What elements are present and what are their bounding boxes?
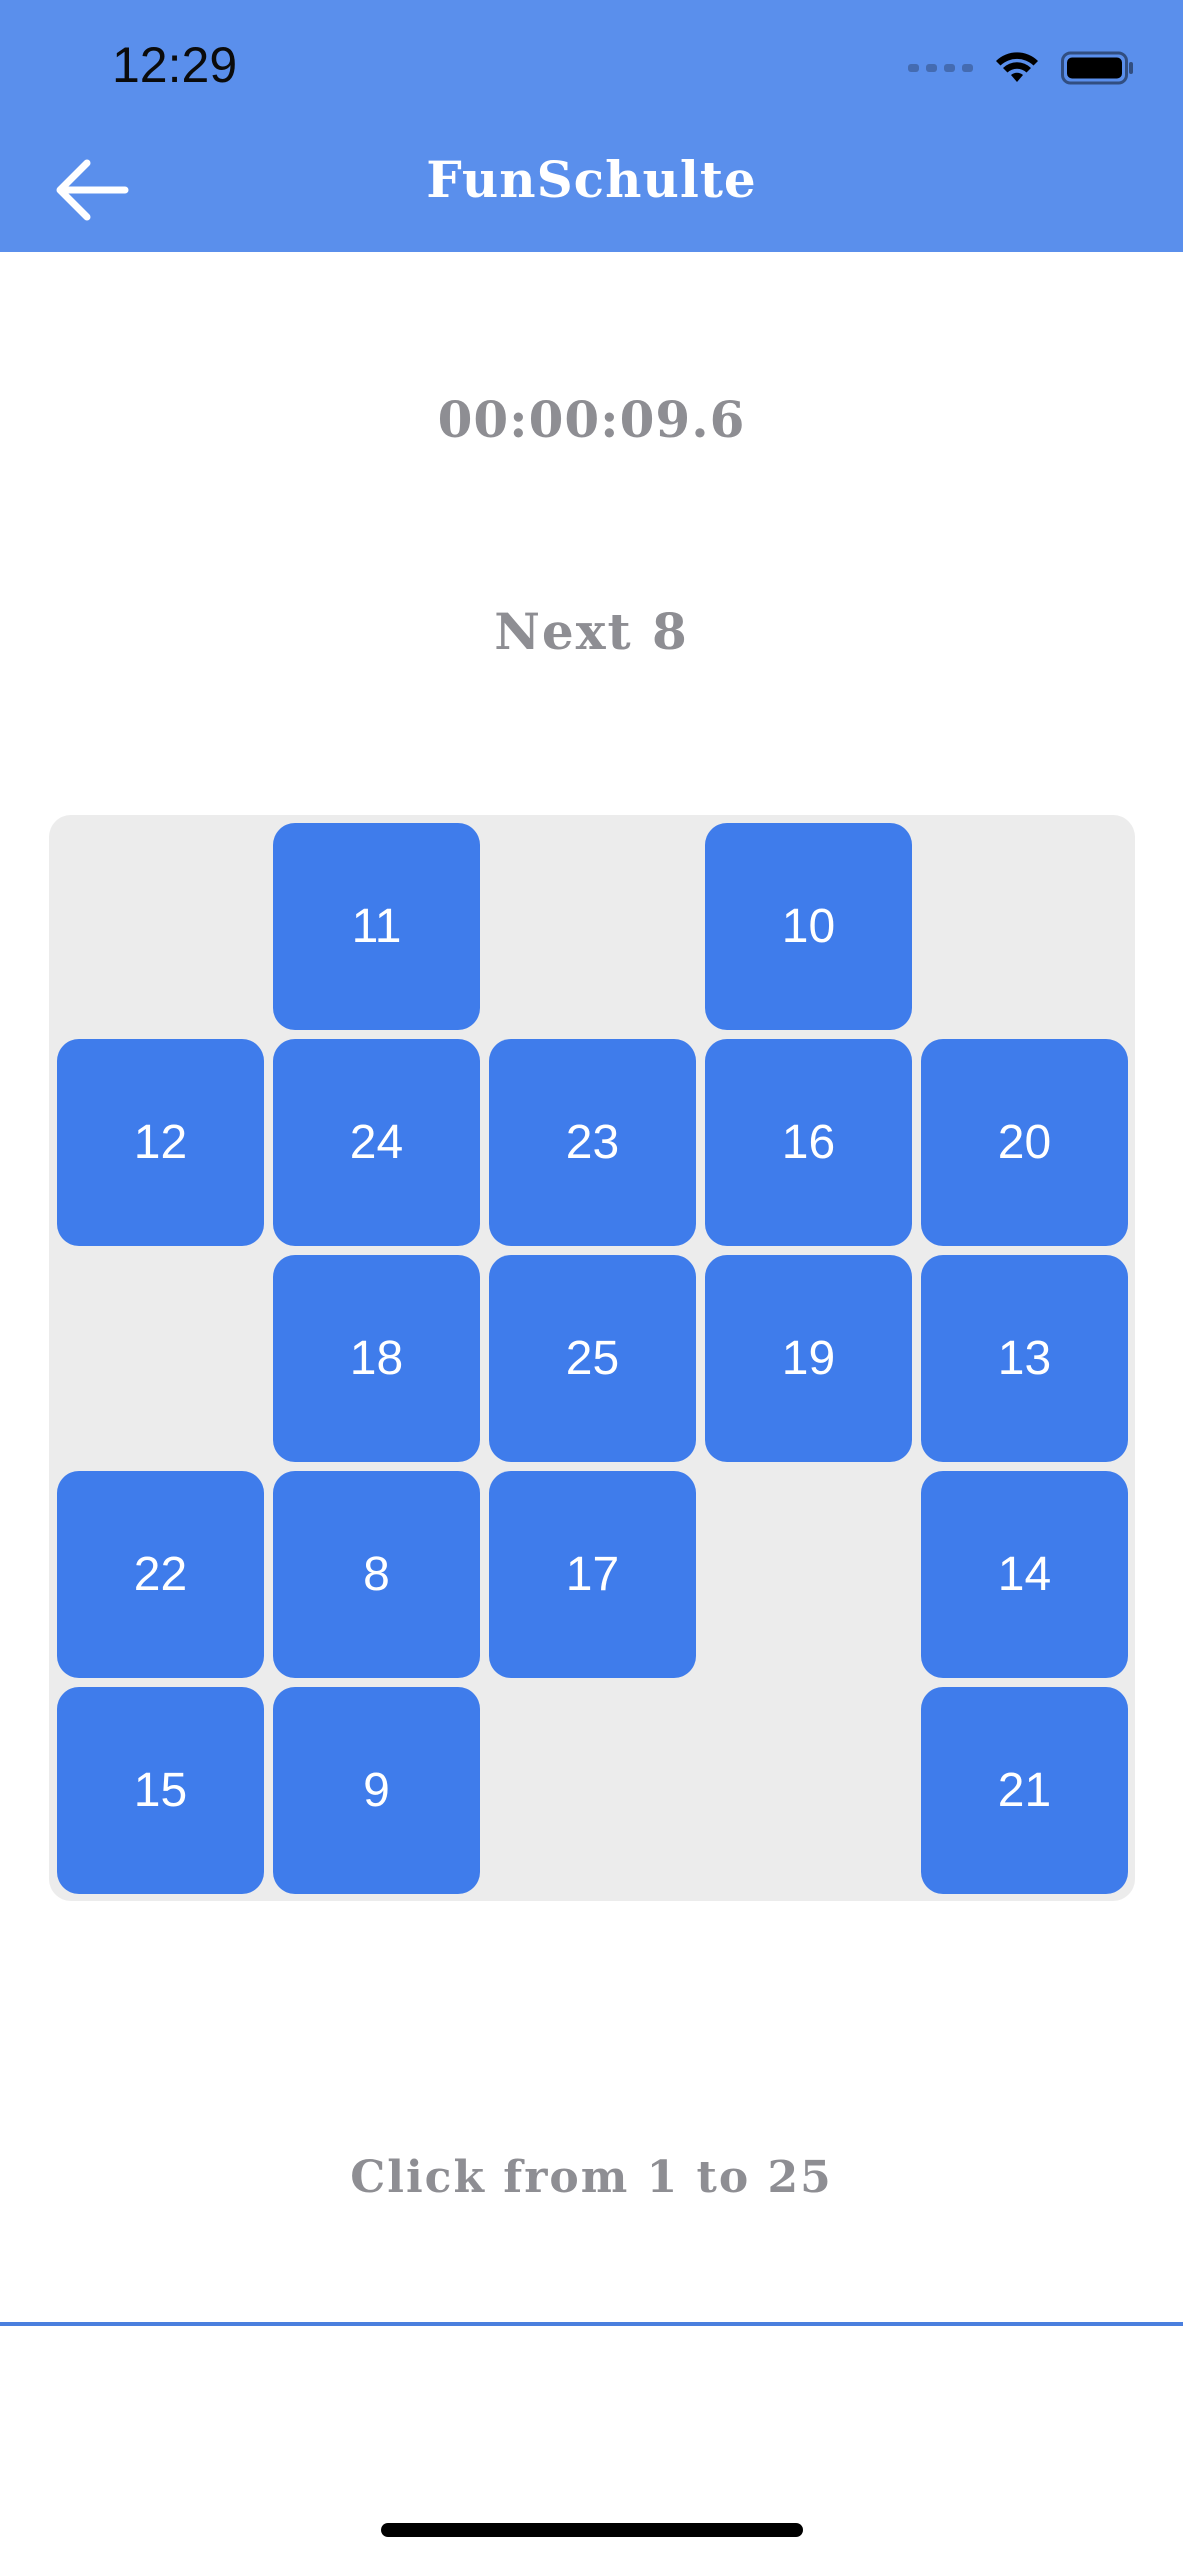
schulte-grid: 11 10 12 24 23 16 20 18 25 19 13 22 8 17 14 15 9 21 <box>49 815 1135 1901</box>
game-timer: 00:00:09.6 <box>437 390 746 449</box>
grid-tile[interactable]: 16 <box>705 1039 912 1246</box>
grid-tile[interactable]: 9 <box>273 1687 480 1894</box>
status-icons <box>908 44 1135 92</box>
grid-tile[interactable]: 12 <box>57 1039 264 1246</box>
instruction-text: Click from 1 to 25 <box>350 2152 833 2203</box>
home-indicator <box>381 2523 803 2537</box>
status-time: 12:29 <box>112 37 238 93</box>
grid-tile[interactable]: 20 <box>921 1039 1128 1246</box>
app-title: FunSchulte <box>426 150 757 209</box>
grid-tile[interactable]: 10 <box>705 823 912 1030</box>
app-header: 12:29 FunSchulte <box>0 0 1183 252</box>
grid-tile[interactable]: 15 <box>57 1687 264 1894</box>
grid-tile[interactable]: 25 <box>489 1255 696 1462</box>
grid-tile[interactable]: 17 <box>489 1471 696 1678</box>
grid-tile[interactable]: 8 <box>273 1471 480 1678</box>
grid-tile[interactable]: 21 <box>921 1687 1128 1894</box>
grid-tile[interactable]: 13 <box>921 1255 1128 1462</box>
grid-tile[interactable]: 14 <box>921 1471 1128 1678</box>
grid-tile[interactable]: 23 <box>489 1039 696 1246</box>
bottom-divider <box>0 2322 1183 2326</box>
grid-tile[interactable]: 19 <box>705 1255 912 1462</box>
grid-tile[interactable]: 24 <box>273 1039 480 1246</box>
grid-tile[interactable]: 18 <box>273 1255 480 1462</box>
grid-tile[interactable]: 22 <box>57 1471 264 1678</box>
grid-tile[interactable]: 11 <box>273 823 480 1030</box>
battery-icon <box>1061 51 1133 85</box>
wifi-icon <box>996 52 1038 82</box>
next-number-label: Next 8 <box>494 602 689 661</box>
cellular-signal-icon <box>908 64 973 72</box>
